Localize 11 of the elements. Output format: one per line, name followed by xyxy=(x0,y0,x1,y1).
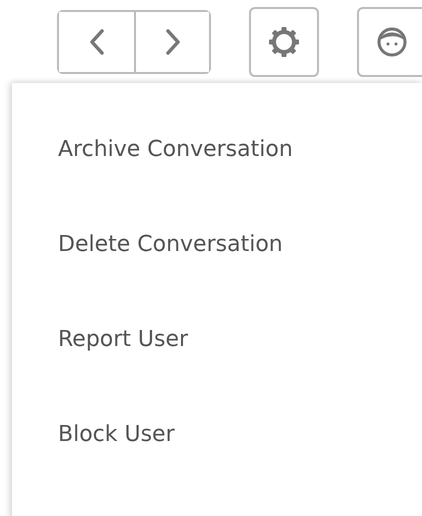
settings-icon xyxy=(266,24,302,60)
chevron-right-icon xyxy=(164,29,180,55)
settings-button[interactable] xyxy=(249,7,319,77)
profile-button[interactable] xyxy=(357,7,422,77)
chevron-left-icon xyxy=(88,29,104,55)
menu-item[interactable]: Report User xyxy=(12,325,422,420)
forward-button[interactable] xyxy=(134,12,209,72)
menu-item[interactable]: Archive Conversation xyxy=(12,135,422,230)
menu-item[interactable]: Delete Conversation xyxy=(12,230,422,325)
avatar-icon xyxy=(376,26,408,58)
menu-item[interactable]: Block User xyxy=(12,420,422,515)
